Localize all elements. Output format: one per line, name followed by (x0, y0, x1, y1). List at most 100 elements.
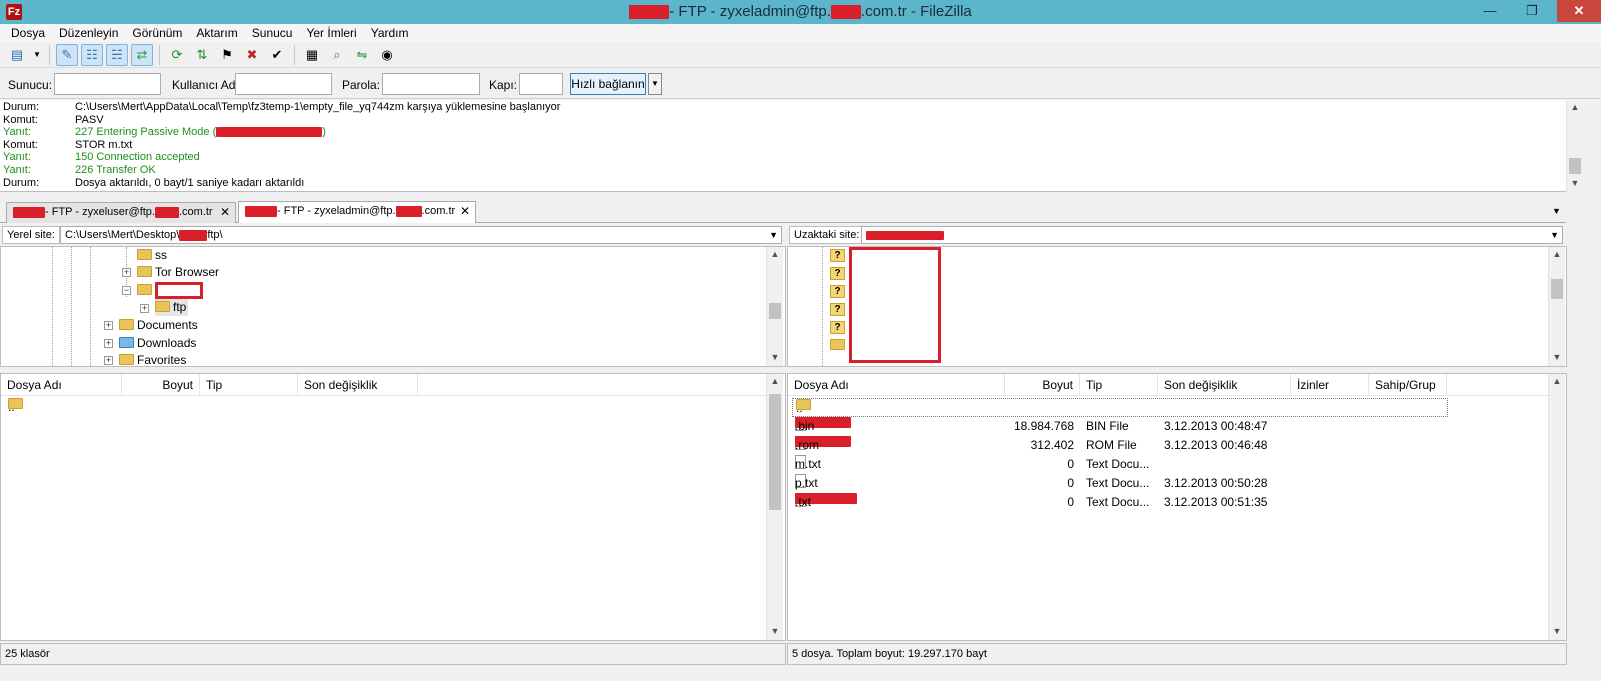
menu-dosya[interactable]: Dosya (4, 24, 52, 42)
list-item[interactable]: .. (1, 398, 785, 417)
list-item-parent[interactable]: .. (792, 398, 1448, 417)
scroll-thumb[interactable] (769, 394, 781, 510)
column-header-permissions[interactable]: İzinler (1291, 374, 1369, 396)
column-header-name[interactable]: Dosya Adı (1, 374, 122, 396)
local-tree-scrollbar[interactable]: ▲ ▼ (766, 247, 783, 366)
column-header-modified[interactable]: Son değişiklik (1158, 374, 1291, 396)
scroll-up-icon[interactable]: ▲ (1549, 376, 1565, 386)
expand-icon[interactable]: + (104, 321, 113, 330)
star-folder-icon (119, 354, 134, 366)
tab-zyxeladmin[interactable]: - FTP - zyxeladmin@ftp. .com.tr ✕ (238, 201, 476, 223)
host-input[interactable] (54, 73, 161, 95)
scroll-down-icon[interactable]: ▼ (767, 626, 783, 636)
expand-icon[interactable]: + (104, 356, 113, 365)
remote-list-scrollbar[interactable]: ▲ ▼ (1548, 374, 1565, 640)
connection-tabs: - FTP - zyxeluser@ftp. .com.tr ✕ - FTP - … (0, 199, 1566, 223)
scroll-up-icon[interactable]: ▲ (1567, 102, 1583, 112)
cancel-icon[interactable]: ⚑ (216, 44, 238, 66)
menu-bar: Dosya Düzenleyin Görünüm Aktarım Sunucu … (0, 24, 1601, 42)
remote-tree-scrollbar[interactable]: ▲ ▼ (1548, 247, 1565, 366)
quickconnect-button[interactable]: Hızlı bağlanın (570, 73, 646, 95)
scroll-down-icon[interactable]: ▼ (1567, 178, 1583, 188)
scroll-thumb[interactable] (1551, 279, 1563, 299)
local-tree-icon[interactable]: ☷ (81, 43, 103, 66)
remote-tree-icon[interactable]: ☵ (106, 43, 128, 66)
remote-tree-item[interactable]: ? (830, 319, 845, 336)
menu-gorunum[interactable]: Görünüm (125, 24, 189, 42)
list-item[interactable]: .rom 312.402 ROM File 3.12.2013 00:46:48 (788, 436, 1566, 455)
local-list-scrollbar[interactable]: ▲ ▼ (766, 374, 783, 640)
refresh-icon[interactable]: ⟳ (166, 44, 188, 66)
filter-icon[interactable]: ▦ (301, 44, 323, 66)
scroll-up-icon[interactable]: ▲ (767, 249, 783, 259)
remote-tree-item[interactable]: ? (830, 301, 845, 318)
tab-zyxeluser[interactable]: - FTP - zyxeluser@ftp. .com.tr ✕ (6, 202, 236, 223)
reconnect-icon[interactable]: ✔ (266, 44, 288, 66)
maximize-button[interactable]: ❐ (1512, 0, 1552, 22)
dropdown-arrow-icon[interactable]: ▼ (31, 44, 43, 66)
expand-icon[interactable]: + (140, 304, 149, 313)
expand-icon[interactable]: + (104, 339, 113, 348)
list-item[interactable]: .bin 18.984.768 BIN File 3.12.2013 00:48… (788, 417, 1566, 436)
local-status-bar: 25 klasör (0, 643, 786, 665)
remote-path-input[interactable]: ▼ (861, 226, 1563, 244)
tree-item-ss[interactable]: ss (137, 247, 167, 264)
tree-item-tor-browser[interactable]: Tor Browser (137, 264, 219, 281)
column-header-size[interactable]: Boyut (122, 374, 200, 396)
log-scrollbar[interactable]: ▲ ▼ (1566, 100, 1583, 192)
scroll-thumb[interactable] (769, 303, 781, 319)
column-header-name[interactable]: Dosya Adı (788, 374, 1005, 396)
quickconnect-history-dropdown[interactable]: ▼ (648, 73, 662, 95)
list-item[interactable]: .txt 0 Text Docu... 3.12.2013 00:51:35 (788, 493, 1566, 512)
chevron-down-icon[interactable]: ▼ (769, 227, 778, 243)
tree-item-ftp[interactable]: ftp (155, 299, 189, 316)
message-log-icon[interactable]: ✎ (56, 43, 78, 66)
scroll-down-icon[interactable]: ▼ (767, 352, 783, 362)
column-header-modified[interactable]: Son değişiklik (298, 374, 418, 396)
tree-item-redacted-folder[interactable] (137, 282, 203, 300)
user-input[interactable] (235, 73, 332, 95)
column-header-size[interactable]: Boyut (1005, 374, 1080, 396)
scroll-thumb[interactable] (1569, 158, 1581, 174)
collapse-icon[interactable]: − (122, 286, 131, 295)
transfer-queue-icon[interactable]: ⇄ (131, 43, 153, 66)
remote-tree-item[interactable]: ? (830, 283, 845, 300)
list-item[interactable]: p.txt 0 Text Docu... 3.12.2013 00:50:28 (788, 474, 1566, 493)
remote-tree-item[interactable]: ? (830, 247, 845, 264)
scroll-down-icon[interactable]: ▼ (1549, 352, 1565, 362)
tab-menu-dropdown-icon[interactable]: ▼ (1552, 206, 1561, 216)
expand-icon[interactable]: + (122, 268, 131, 277)
scroll-down-icon[interactable]: ▼ (1549, 626, 1565, 636)
menu-aktarim[interactable]: Aktarım (189, 24, 244, 42)
tree-item-downloads[interactable]: Downloads (119, 335, 196, 352)
port-input[interactable] (519, 73, 563, 95)
sync-browse-icon[interactable]: ⇋ (351, 44, 373, 66)
site-manager-icon[interactable]: ▤ (6, 44, 28, 66)
menu-yer-imleri[interactable]: Yer İmleri (299, 24, 363, 42)
menu-sunucu[interactable]: Sunucu (245, 24, 300, 42)
close-tab-icon[interactable]: ✕ (460, 202, 470, 221)
column-header-owner[interactable]: Sahip/Grup (1369, 374, 1447, 396)
disconnect-icon[interactable]: ✖ (241, 44, 263, 66)
scroll-up-icon[interactable]: ▲ (767, 376, 783, 386)
minimize-button[interactable]: — (1470, 0, 1510, 22)
remote-tree-item[interactable] (830, 337, 848, 354)
compare-icon[interactable]: ⌕ (326, 44, 348, 66)
list-item[interactable]: m.txt 0 Text Docu... (788, 455, 1566, 474)
menu-yardim[interactable]: Yardım (364, 24, 416, 42)
menu-duzenleyin[interactable]: Düzenleyin (52, 24, 125, 42)
local-path-input[interactable]: C:\Users\Mert\Desktop\ ftp\ ▼ (60, 226, 782, 244)
remote-list-header: Dosya Adı Boyut Tip Son değişiklik İzinl… (788, 374, 1566, 396)
tree-item-documents[interactable]: Documents (119, 317, 198, 334)
tree-item-favorites[interactable]: Favorites (119, 352, 186, 366)
scroll-up-icon[interactable]: ▲ (1549, 249, 1565, 259)
close-button[interactable]: ✕ (1557, 0, 1601, 22)
column-header-type[interactable]: Tip (200, 374, 298, 396)
search-icon[interactable]: ◉ (376, 44, 398, 66)
column-header-type[interactable]: Tip (1080, 374, 1158, 396)
password-input[interactable] (382, 73, 480, 95)
close-tab-icon[interactable]: ✕ (220, 203, 230, 222)
remote-tree-item[interactable]: ? (830, 265, 845, 282)
process-queue-icon[interactable]: ⇅ (191, 44, 213, 66)
chevron-down-icon[interactable]: ▼ (1550, 227, 1559, 243)
